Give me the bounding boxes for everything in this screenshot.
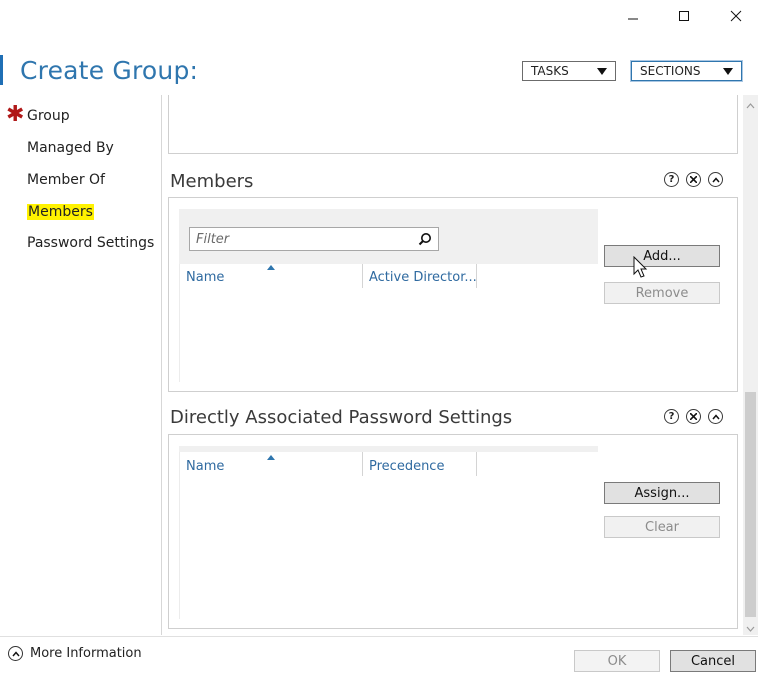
mouse-cursor-icon xyxy=(633,256,648,278)
chevron-down-icon xyxy=(597,67,607,75)
sort-ascending-icon xyxy=(267,265,275,270)
tasks-label: TASKS xyxy=(531,64,569,78)
nav-item-group[interactable]: Group xyxy=(27,108,70,124)
column-separator xyxy=(362,264,363,288)
more-info-toggle-icon[interactable] xyxy=(8,646,23,661)
password-close-icon[interactable] xyxy=(686,409,701,424)
sort-ascending-icon xyxy=(267,455,275,460)
members-section-title: Members xyxy=(170,171,254,192)
filter-placeholder: Filter xyxy=(196,231,230,247)
members-filter-input[interactable]: Filter xyxy=(189,227,439,251)
required-star-icon: ✱ xyxy=(6,102,25,127)
column-separator xyxy=(362,452,363,476)
members-help-icon[interactable]: ? xyxy=(664,172,679,187)
page-title: Create Group: xyxy=(20,56,199,85)
nav-item-members-label: Members xyxy=(27,204,94,220)
cancel-button[interactable]: Cancel xyxy=(670,650,756,672)
password-help-icon[interactable]: ? xyxy=(664,409,679,424)
sections-label: SECTIONS xyxy=(640,64,701,78)
members-close-icon[interactable] xyxy=(686,172,701,187)
maximize-icon xyxy=(679,11,689,21)
search-icon xyxy=(418,233,431,246)
tasks-dropdown[interactable]: TASKS xyxy=(522,61,616,81)
chevron-down-icon xyxy=(723,67,733,75)
members-collapse-icon[interactable] xyxy=(708,172,723,187)
nav-divider xyxy=(161,95,162,635)
column-separator xyxy=(476,452,477,476)
clear-button[interactable]: Clear xyxy=(604,516,720,538)
remove-button[interactable]: Remove xyxy=(604,282,720,304)
password-col-precedence[interactable]: Precedence xyxy=(369,459,444,474)
assign-button[interactable]: Assign... xyxy=(604,482,720,504)
password-settings-section-title: Directly Associated Password Settings xyxy=(170,407,513,428)
scrollbar-thumb[interactable] xyxy=(745,392,756,617)
password-grid[interactable] xyxy=(179,452,599,619)
close-icon xyxy=(730,10,742,22)
members-col-name[interactable]: Name xyxy=(186,270,224,285)
help-glyph: ? xyxy=(668,174,675,185)
scroll-down-icon[interactable] xyxy=(746,622,755,632)
more-information-link[interactable]: More Information xyxy=(30,646,142,661)
nav-item-member-of[interactable]: Member Of xyxy=(27,172,105,188)
scroll-up-icon[interactable] xyxy=(746,99,755,109)
members-col-active-directory[interactable]: Active Director... xyxy=(369,270,477,285)
password-collapse-icon[interactable] xyxy=(708,409,723,424)
nav-item-password-settings[interactable]: Password Settings xyxy=(27,235,154,251)
add-button[interactable]: Add... xyxy=(604,245,720,267)
nav-item-members[interactable]: Members xyxy=(27,204,94,220)
left-accent-bar xyxy=(0,55,3,85)
help-glyph: ? xyxy=(668,411,675,422)
column-separator xyxy=(476,264,477,288)
sections-dropdown[interactable]: SECTIONS xyxy=(631,61,742,81)
nav-item-managed-by[interactable]: Managed By xyxy=(27,140,114,156)
ok-button[interactable]: OK xyxy=(574,650,660,672)
group-section-box xyxy=(168,95,738,154)
minimize-button[interactable] xyxy=(610,0,656,32)
minimize-icon xyxy=(628,18,638,20)
maximize-button[interactable] xyxy=(661,0,707,32)
close-window-button[interactable] xyxy=(713,0,758,32)
password-col-name[interactable]: Name xyxy=(186,459,224,474)
